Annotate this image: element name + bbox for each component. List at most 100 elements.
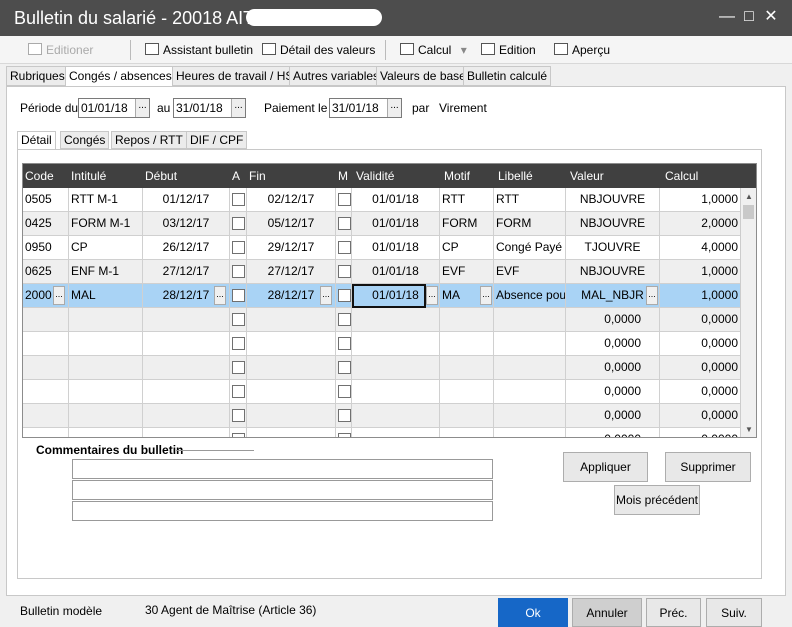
cell-validite[interactable]: 01/01/18 — [352, 188, 440, 212]
table-row[interactable]: 2000... MAL 28/12/17... 28/12/17... 01/01/18… — [23, 284, 741, 308]
checkbox[interactable] — [338, 409, 351, 422]
table-row[interactable]: 0505 RTT M-1 01/12/17 02/12/17 01/01/18 RTT RT… — [23, 188, 741, 212]
column-header-a[interactable]: A — [230, 164, 240, 188]
cell-motif[interactable]: FORM — [440, 212, 494, 236]
column-header-code[interactable]: Code — [23, 164, 54, 188]
cell-validite[interactable] — [352, 428, 440, 437]
cell-a[interactable] — [230, 212, 247, 236]
checkbox[interactable] — [232, 385, 245, 398]
cell-valeur[interactable]: 0,0000 — [566, 380, 660, 404]
checkbox[interactable] — [338, 241, 351, 254]
cell-valeur[interactable]: NBJOUVRE — [566, 260, 660, 284]
cell-calcul[interactable]: 4,0000 — [660, 236, 741, 260]
cell-a[interactable] — [230, 260, 247, 284]
cell-code[interactable]: 0505 — [23, 188, 69, 212]
column-header-m[interactable]: M — [336, 164, 348, 188]
cell-debut[interactable]: 03/12/17 — [143, 212, 230, 236]
checkbox[interactable] — [232, 193, 245, 206]
cell-m[interactable] — [336, 332, 352, 356]
cell-fin[interactable]: 02/12/17 — [247, 188, 336, 212]
cell-debut[interactable] — [143, 308, 230, 332]
delete-button[interactable]: Supprimer — [665, 452, 751, 482]
cell-motif[interactable]: RTT — [440, 188, 494, 212]
column-header-fin[interactable]: Fin — [247, 164, 266, 188]
checkbox[interactable] — [232, 433, 245, 437]
cell-fin[interactable] — [247, 380, 336, 404]
column-header-libelle[interactable]: Libellé — [496, 164, 533, 188]
cell-calcul[interactable]: 0,0000 — [660, 380, 741, 404]
checkbox[interactable] — [232, 217, 245, 230]
cell-calcul[interactable]: 2,0000 — [660, 212, 741, 236]
cell-validite[interactable] — [352, 404, 440, 428]
checkbox[interactable] — [338, 289, 351, 302]
cell-motif[interactable] — [440, 428, 494, 437]
minimize-icon[interactable]: — — [718, 8, 736, 26]
cell-a[interactable] — [230, 332, 247, 356]
cell-intitule[interactable]: FORM M-1 — [69, 212, 143, 236]
checkbox[interactable] — [232, 265, 245, 278]
cell-a[interactable] — [230, 236, 247, 260]
comment-input-1[interactable] — [72, 459, 493, 479]
cell-valeur[interactable]: NBJOUVRE — [566, 188, 660, 212]
cell-m[interactable] — [336, 308, 352, 332]
cell-validite[interactable]: 01/01/18 — [352, 212, 440, 236]
edit-button[interactable]: Editioner — [28, 40, 93, 60]
cell-a[interactable] — [230, 284, 247, 308]
scroll-up-icon[interactable]: ▲ — [741, 190, 756, 204]
cell-m[interactable] — [336, 188, 352, 212]
cell-fin[interactable]: 27/12/17 — [247, 260, 336, 284]
cell-motif[interactable] — [440, 404, 494, 428]
cell-a[interactable] — [230, 188, 247, 212]
cell-calcul[interactable]: 0,0000 — [660, 332, 741, 356]
cancel-button[interactable]: Annuler — [572, 598, 642, 627]
cell-fin[interactable]: 05/12/17 — [247, 212, 336, 236]
cell-intitule[interactable]: RTT M-1 — [69, 188, 143, 212]
cell-calcul[interactable]: 0,0000 — [660, 308, 741, 332]
previous-button[interactable]: Préc. — [646, 598, 701, 627]
chevron-down-icon[interactable]: ▾ — [461, 43, 467, 57]
cell-m[interactable] — [336, 428, 352, 437]
cell-code[interactable]: 0425 — [23, 212, 69, 236]
table-row[interactable]: 0625 ENF M-1 27/12/17 27/12/17 01/01/18 EVF EV… — [23, 260, 741, 284]
cell-motif[interactable] — [440, 356, 494, 380]
cell-code[interactable] — [23, 332, 69, 356]
cell-debut[interactable]: 26/12/17 — [143, 236, 230, 260]
column-header-valeur[interactable]: Valeur — [568, 164, 604, 188]
cell-code[interactable]: 0625 — [23, 260, 69, 284]
tab-valeurs-base[interactable]: Valeurs de base — [376, 66, 470, 86]
cell-code[interactable]: 0950 — [23, 236, 69, 260]
cell-code[interactable]: 2000... — [23, 284, 69, 308]
cell-intitule[interactable]: CP — [69, 236, 143, 260]
cell-validite[interactable]: 01/01/18 — [352, 260, 440, 284]
checkbox[interactable] — [338, 313, 351, 326]
cell-code[interactable] — [23, 308, 69, 332]
cell-intitule[interactable] — [69, 404, 143, 428]
cell-intitule[interactable] — [69, 332, 143, 356]
cell-debut[interactable] — [143, 404, 230, 428]
table-row[interactable]: 0,0000 0,0000 — [23, 428, 741, 437]
ellipsis-button[interactable]: ... — [320, 286, 332, 305]
tab-detail[interactable]: Détail — [17, 131, 56, 150]
cell-intitule[interactable]: ENF M-1 — [69, 260, 143, 284]
cell-m[interactable] — [336, 284, 352, 308]
checkbox[interactable] — [232, 313, 245, 326]
period-from-field[interactable]: 01/01/18 ... — [78, 98, 150, 118]
print-button[interactable]: Edition — [481, 40, 536, 60]
cell-m[interactable] — [336, 356, 352, 380]
tab-bulletin-calcule[interactable]: Bulletin calculé — [463, 66, 552, 86]
cell-validite[interactable] — [352, 380, 440, 404]
preview-button[interactable]: Aperçu — [554, 40, 610, 60]
cell-fin[interactable] — [247, 404, 336, 428]
checkbox[interactable] — [232, 241, 245, 254]
checkbox[interactable] — [338, 337, 351, 350]
scroll-down-icon[interactable]: ▼ — [741, 423, 756, 437]
cell-libelle[interactable]: Absence pour — [494, 284, 566, 308]
calendar-icon[interactable]: ... — [135, 99, 149, 117]
table-row[interactable]: 0,0000 0,0000 — [23, 404, 741, 428]
ellipsis-button[interactable]: ... — [426, 286, 438, 305]
cell-validite[interactable]: 01/01/18 — [352, 236, 440, 260]
cell-motif[interactable] — [440, 380, 494, 404]
cell-m[interactable] — [336, 404, 352, 428]
cell-debut[interactable] — [143, 380, 230, 404]
cell-valeur[interactable]: TJOUVRE — [566, 236, 660, 260]
